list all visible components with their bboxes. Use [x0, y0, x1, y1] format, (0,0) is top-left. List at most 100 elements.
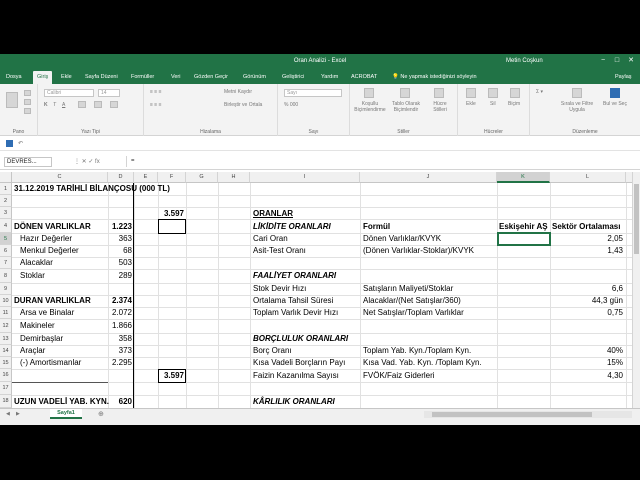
cell-c7[interactable]: Alacaklar [20, 257, 53, 269]
column-header-c[interactable]: C [12, 172, 108, 183]
row-header[interactable]: 1 [0, 183, 12, 195]
italic-button[interactable]: T [53, 102, 56, 108]
column-header-f[interactable]: F [158, 172, 186, 183]
active-cell-selection[interactable] [497, 232, 551, 246]
underline-button[interactable]: A [62, 102, 65, 108]
delete-cells-button[interactable]: Sil [490, 101, 496, 107]
merge-center-button[interactable]: Birleştir ve Ortala [224, 102, 262, 108]
cell-i4[interactable]: LİKİDİTE ORANLARI [253, 221, 331, 233]
sort-filter-icon[interactable] [572, 88, 582, 98]
column-header-j[interactable]: J [360, 172, 497, 183]
cell-f3[interactable]: 3.597 [158, 208, 184, 220]
cell-d4[interactable]: 1.223 [108, 221, 132, 233]
sheet-nav-left-icon[interactable]: ◀ [6, 411, 10, 417]
tab-formulas[interactable]: Formüller [131, 74, 154, 80]
cell-c4[interactable]: DÖNEN VARLIKLAR [14, 221, 91, 233]
column-header-d[interactable]: D [108, 172, 134, 183]
cell-d12[interactable]: 1.866 [108, 320, 132, 332]
cell-d18[interactable]: 620 [108, 396, 132, 408]
row-header[interactable]: 12 [0, 319, 12, 333]
insert-cells-button[interactable]: Ekle [466, 101, 476, 107]
horizontal-scroll-thumb[interactable] [432, 412, 592, 417]
cell-i11[interactable]: Toplam Varlık Devir Hızı [253, 307, 338, 319]
cell-l16[interactable]: 4,30 [550, 370, 623, 382]
formula-input[interactable]: = [126, 156, 636, 167]
cell-i3[interactable]: ORANLAR [253, 208, 293, 220]
cell-d5[interactable]: 363 [108, 233, 132, 245]
tab-view[interactable]: Görünüm [243, 74, 266, 80]
minimize-button[interactable]: − [598, 56, 608, 66]
cell-d11[interactable]: 2.072 [108, 307, 132, 319]
add-sheet-icon[interactable]: ⊕ [98, 410, 104, 418]
cell-c18[interactable]: UZUN VADELİ YAB. KYN. [14, 396, 109, 408]
percent-icon[interactable]: % 000 [284, 102, 298, 108]
cell-l5[interactable]: 2,05 [550, 233, 623, 245]
cell-c12[interactable]: Makineler [20, 320, 55, 332]
cell-i6[interactable]: Asit-Test Oranı [253, 245, 306, 257]
cell-c10[interactable]: DURAN VARLIKLAR [14, 295, 91, 307]
cell-i14[interactable]: Borç Oranı [253, 345, 292, 357]
undo-icon[interactable]: ↶ [18, 140, 23, 147]
cell-j16[interactable]: FVÖK/Faiz Giderleri [363, 370, 435, 382]
format-table-icon[interactable] [400, 88, 410, 98]
borders-icon[interactable] [78, 101, 86, 108]
find-select-button[interactable]: Bul ve Seç [600, 101, 630, 107]
select-all-corner[interactable] [0, 172, 12, 183]
horizontal-scrollbar[interactable] [424, 411, 632, 418]
cell-c5[interactable]: Hazır Değerler [20, 233, 72, 245]
cell-c13[interactable]: Demirbaşlar [20, 333, 63, 345]
font-color-icon[interactable] [110, 101, 118, 108]
row-header[interactable]: 11 [0, 307, 12, 319]
row-header[interactable]: 3 [0, 207, 12, 219]
tab-page-layout[interactable]: Sayfa Düzeni [85, 74, 118, 80]
vertical-scroll-thumb[interactable] [634, 184, 639, 254]
cell-l6[interactable]: 1,43 [550, 245, 623, 257]
cell-d15[interactable]: 2.295 [108, 357, 132, 369]
conditional-format-button[interactable]: Koşullu Biçimlendirme [352, 101, 388, 113]
format-cells-button[interactable]: Biçim [508, 101, 520, 107]
user-name[interactable]: Metin Coşkun [506, 58, 543, 64]
find-select-icon[interactable] [610, 88, 620, 98]
cell-c6[interactable]: Menkul Değerler [20, 245, 79, 257]
copy-icon[interactable] [24, 99, 31, 105]
format-table-button[interactable]: Tablo Olarak Biçimlendir [388, 101, 424, 113]
cell-j5[interactable]: Dönen Varlıklar/KVYK [363, 233, 441, 245]
bold-button[interactable]: K [44, 102, 48, 108]
sheet-nav-right-icon[interactable]: ▶ [16, 411, 20, 417]
row-header[interactable]: 18 [0, 395, 12, 408]
cell-i13[interactable]: BORÇLULUK ORANLARI [253, 333, 348, 345]
share-button[interactable]: Paylaş [615, 74, 632, 80]
spreadsheet-grid[interactable]: C D E F G H I J K L 1 2 3 4 5 6 7 8 9 10… [0, 172, 632, 408]
fill-color-icon[interactable] [94, 101, 102, 108]
format-painter-icon[interactable] [24, 108, 31, 114]
number-format-select[interactable]: Sayı [284, 89, 342, 97]
sort-filter-button[interactable]: Sırala ve Filtre Uygula [560, 101, 594, 113]
tab-data[interactable]: Veri [171, 74, 180, 80]
cell-d7[interactable]: 503 [108, 257, 132, 269]
paste-icon[interactable] [6, 92, 18, 108]
row-header[interactable]: 14 [0, 345, 12, 357]
column-header-l[interactable]: L [550, 172, 626, 183]
cell-c1[interactable]: 31.12.2019 TARİHLİ BİLANÇOSU (000 TL) [14, 183, 170, 195]
column-header-g[interactable]: G [186, 172, 218, 183]
column-header-h[interactable]: H [218, 172, 250, 183]
cell-i9[interactable]: Stok Devir Hızı [253, 283, 306, 295]
cell-d10[interactable]: 2.374 [108, 295, 132, 307]
cell-i16[interactable]: Faizin Kazanılma Sayısı [253, 370, 339, 382]
cell-i8[interactable]: FAALİYET ORANLARI [253, 270, 336, 282]
formula-icons[interactable]: ⋮ ✕ ✓ fx [74, 158, 100, 165]
row-header[interactable]: 13 [0, 333, 12, 345]
tab-file[interactable]: Dosya [6, 74, 22, 80]
column-header-k[interactable]: K [497, 172, 550, 183]
row-header[interactable]: 4 [0, 219, 12, 233]
save-icon[interactable] [6, 140, 13, 147]
cell-i5[interactable]: Cari Oran [253, 233, 288, 245]
cell-styles-icon[interactable] [434, 88, 444, 98]
wrap-text-button[interactable]: Metni Kaydır [224, 89, 252, 95]
cell-f17[interactable]: 3.597 [158, 370, 184, 382]
row-header[interactable]: 17 [0, 382, 12, 395]
cell-i18[interactable]: KÂRLILIK ORANLARI [253, 396, 335, 408]
tab-acrobat[interactable]: ACROBAT [351, 74, 377, 80]
cell-j4[interactable]: Formül [363, 221, 390, 233]
tell-me-box[interactable]: 💡 Ne yapmak istediğinizi söyleyin [392, 74, 477, 80]
